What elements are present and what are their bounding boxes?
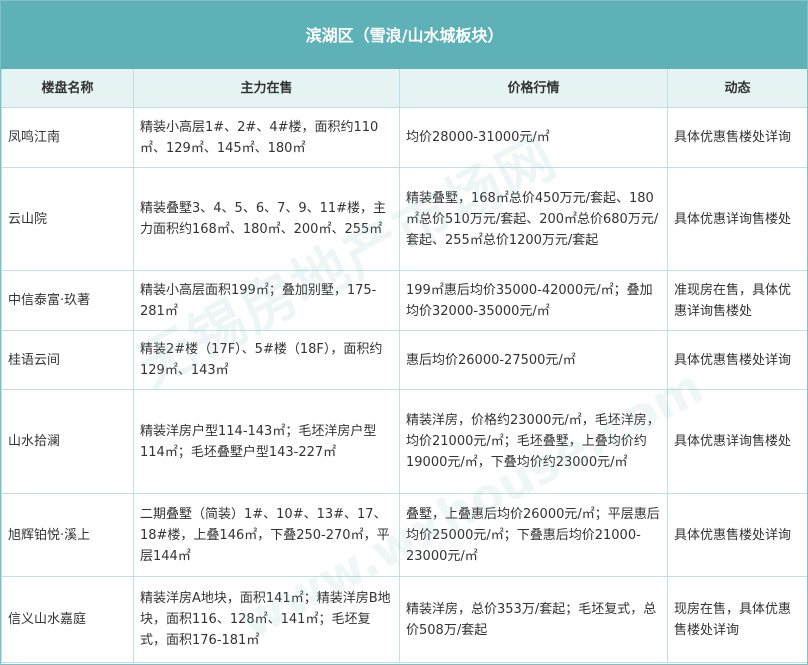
cell-name: 凤鸣江南: [1, 107, 134, 168]
cell-name: 云山院: [1, 167, 134, 271]
cell-main-sale: 精装洋房A地块，面积141㎡；精装洋房B地块，面积116、128㎡、141㎡；毛…: [133, 576, 400, 663]
table-row: 中信泰富·玖著 精装小高层面积199㎡；叠加别墅，175-281㎡ 199㎡惠后…: [1, 270, 807, 331]
cell-name: 桂语云间: [1, 330, 134, 390]
cell-main-sale: 精装小高层1#、2#、4#楼，面积约110㎡、129㎡、145㎡、180㎡: [133, 107, 400, 168]
cell-status: 具体优惠详询售楼处: [666, 167, 807, 271]
header-price: 价格行情: [399, 68, 668, 108]
header-status: 动态: [666, 68, 807, 108]
cell-status: 具体优惠售楼处详询: [666, 330, 807, 390]
cell-price: 精装叠墅，168㎡总价450万元/套起、180㎡总价510万元/套起、200㎡总…: [399, 167, 668, 271]
cell-main-sale: 精装叠墅3、4、5、6、7、9、11#楼，主力面积约168㎡、180㎡、200㎡…: [133, 167, 400, 271]
table-title: 滨湖区（雪浪/山水城板块）: [1, 1, 807, 69]
header-name: 楼盘名称: [1, 68, 134, 108]
cell-status: 具体优惠售楼处详询: [666, 493, 807, 577]
cell-price: 精装洋房，总价353万/套起；毛坯复式，总价508万/套起: [399, 576, 668, 663]
cell-status: 具体优惠详询售楼处: [666, 389, 807, 494]
cell-main-sale: 精装洋房户型114-143㎡；毛坯洋房户型114㎡；毛坯叠墅户型143-227㎡: [133, 389, 400, 494]
price-table-container: 滨湖区（雪浪/山水城板块） 楼盘名称 主力在售 价格行情 动态 凤鸣江南 精装小…: [0, 0, 808, 665]
cell-status: 准现房在售，具体优惠详询售楼处: [666, 270, 807, 331]
cell-main-sale: 二期叠墅（简装）1#、10#、13#、17、18#楼，上叠146㎡，下叠250-…: [133, 493, 400, 577]
cell-price: 199㎡惠后均价35000-42000元/㎡；叠加均价32000-35000元/…: [399, 270, 668, 331]
table-row: 凤鸣江南 精装小高层1#、2#、4#楼，面积约110㎡、129㎡、145㎡、18…: [1, 107, 807, 168]
cell-name: 山水拾澜: [1, 389, 134, 494]
cell-name: 中信泰富·玖著: [1, 270, 134, 331]
cell-price: 精装洋房，价格约23000元/㎡，毛坯洋房，均价21000元/㎡；毛坯叠墅，上叠…: [399, 389, 668, 494]
table-row: 云山院 精装叠墅3、4、5、6、7、9、11#楼，主力面积约168㎡、180㎡、…: [1, 167, 807, 271]
cell-price: 均价28000-31000元/㎡: [399, 107, 668, 168]
cell-status: 具体优惠售楼处详询: [666, 107, 807, 168]
title-row: 滨湖区（雪浪/山水城板块）: [1, 1, 807, 69]
header-main-sale: 主力在售: [133, 68, 400, 108]
table-row: 信义山水嘉庭 精装洋房A地块，面积141㎡；精装洋房B地块，面积116、128㎡…: [1, 576, 807, 663]
cell-main-sale: 精装2#楼（17F）、5#楼（18F），面积约129㎡、143㎡: [133, 330, 400, 390]
table-row: 山水拾澜 精装洋房户型114-143㎡；毛坯洋房户型114㎡；毛坯叠墅户型143…: [1, 389, 807, 494]
cell-status: 现房在售，具体优惠售楼处详询: [666, 576, 807, 663]
cell-main-sale: 精装小高层面积199㎡；叠加别墅，175-281㎡: [133, 270, 400, 331]
cell-price: 叠墅，上叠惠后均价26000元/㎡；平层惠后均价25000元/㎡；下叠惠后均价2…: [399, 493, 668, 577]
cell-price: 惠后均价26000-27500元/㎡: [399, 330, 668, 390]
cell-name: 旭辉铂悦·溪上: [1, 493, 134, 577]
header-row: 楼盘名称 主力在售 价格行情 动态: [1, 68, 807, 108]
table-row: 桂语云间 精装2#楼（17F）、5#楼（18F），面积约129㎡、143㎡ 惠后…: [1, 330, 807, 390]
table-row: 旭辉铂悦·溪上 二期叠墅（简装）1#、10#、13#、17、18#楼，上叠146…: [1, 493, 807, 577]
cell-name: 信义山水嘉庭: [1, 576, 134, 663]
price-table: 滨湖区（雪浪/山水城板块） 楼盘名称 主力在售 价格行情 动态 凤鸣江南 精装小…: [1, 1, 807, 663]
